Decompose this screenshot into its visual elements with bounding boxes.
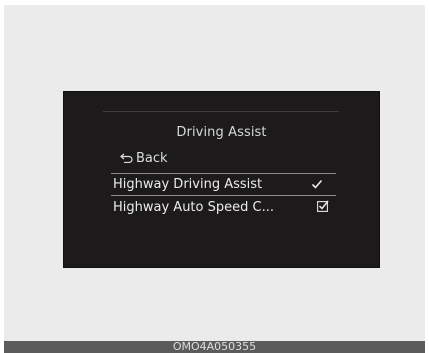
caption-bar: OMO4A050355 <box>4 340 425 353</box>
figure-frame: Driving Assist Back Highway Driving Assi… <box>4 5 425 346</box>
header-divider <box>103 111 339 112</box>
menu-item-label: Highway Driving Assist <box>113 177 263 192</box>
menu-item-label: Highway Auto Speed C... <box>113 200 274 215</box>
back-arrow-icon <box>120 153 133 163</box>
checkbox-checked-icon[interactable] <box>317 200 329 212</box>
infotainment-screen: Driving Assist Back Highway Driving Assi… <box>63 91 380 268</box>
menu-item-highway-driving-assist[interactable]: Highway Driving Assist <box>111 173 336 196</box>
screen-title: Driving Assist <box>176 125 267 140</box>
back-label: Back <box>136 150 168 166</box>
menu-item-highway-auto-speed[interactable]: Highway Auto Speed C... <box>111 197 336 218</box>
check-icon[interactable] <box>311 178 323 190</box>
back-button[interactable]: Back <box>120 150 168 166</box>
figure-code: OMO4A050355 <box>172 340 257 353</box>
